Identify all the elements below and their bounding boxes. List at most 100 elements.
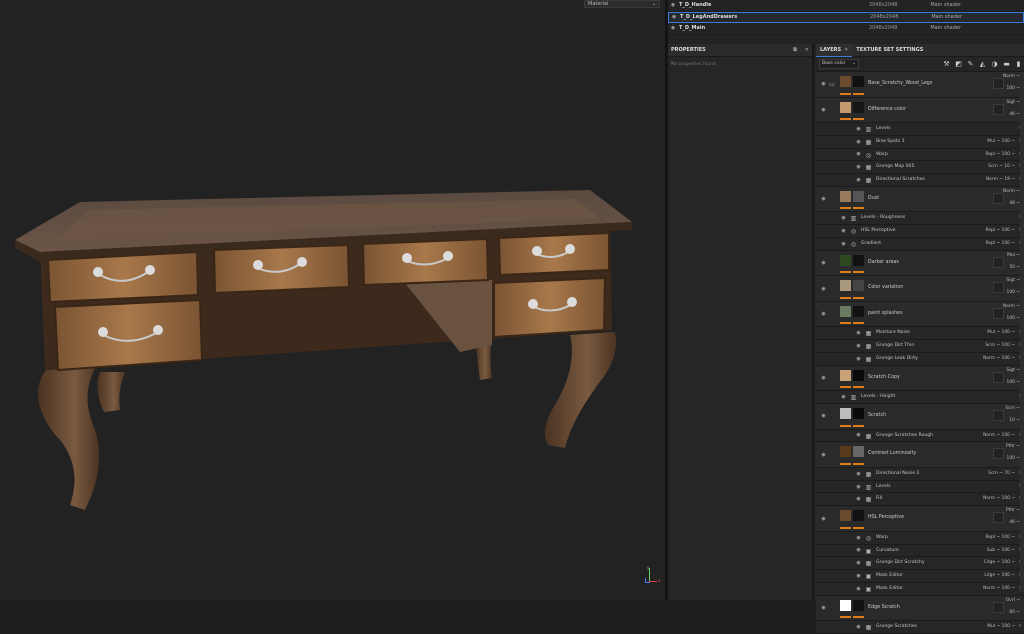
blend-mode[interactable]: Pthr ~ [1006,444,1020,449]
eye-icon[interactable]: ◉ [820,107,827,113]
effect-blend[interactable]: Sub ~ 100 ~ [987,548,1015,553]
3d-viewport[interactable]: Material⌄ y x [0,0,665,600]
layer-row[interactable]: ◉ paint splashes Norm ~ 100 ~ [816,301,1024,328]
layer-color-thumbnail[interactable] [840,446,851,458]
eye-icon[interactable]: ◉ [670,2,676,8]
effect-blend[interactable]: Norm ~ 100 ~ [983,586,1015,591]
opacity-value[interactable]: 50 ~ [1009,265,1020,270]
layer-color-thumbnail[interactable] [840,254,851,266]
effect-blend[interactable]: Cdge ~ 100 ~ [984,560,1015,565]
layer-mask-slot[interactable] [993,192,1004,204]
material-select[interactable]: Material ⌄ [584,0,660,8]
close-icon[interactable]: ✕ [1018,624,1022,629]
layer-mask-slot[interactable] [993,410,1004,422]
effect-blend[interactable]: Scrn ~ 10 ~ [988,164,1015,169]
effect-row[interactable]: ◉ ▣ Mask Editor Norm ~ 100 ~ ✕ [816,582,1024,596]
trash-icon[interactable]: ▮ [1014,59,1023,68]
eye-icon[interactable]: ◉ [855,330,862,336]
effect-blend[interactable]: Ldge ~ 100 ~ [984,573,1015,578]
effect-blend[interactable]: Scrn ~ 100 ~ [985,343,1015,348]
opacity-value[interactable]: 10 ~ [1009,418,1020,423]
eye-icon[interactable]: ◉ [855,496,862,502]
layer-mask-slot[interactable] [993,78,1004,89]
opacity-value[interactable]: 60 ~ [1009,610,1020,615]
wrench-icon[interactable]: ⚒ [942,59,951,68]
layer-mask-thumbnail[interactable] [853,254,864,266]
effect-blend[interactable]: Scrn ~ 70 ~ [988,471,1015,476]
layers-scrollbar[interactable] [1020,72,1024,592]
layer-mask-slot[interactable] [993,307,1004,319]
effect-row[interactable]: ◉ ▣ Curvature Sub ~ 100 ~ ✕ [816,544,1024,558]
opacity-value[interactable]: 100 ~ [1007,456,1020,461]
blend-mode[interactable]: Norm ~ [1003,304,1020,309]
blend-mode[interactable]: Scrn ~ [1005,406,1020,411]
eye-icon[interactable]: ◉ [820,311,827,317]
layer-mask-slot[interactable] [993,512,1004,524]
layer-mask-slot[interactable] [993,256,1004,268]
effect-row[interactable]: ◉ ▦ Bnw Spots 3 Mul ~ 100 ~ ✕ [816,135,1024,149]
layer-color-thumbnail[interactable] [840,510,851,522]
opacity-value[interactable]: 46 ~ [1009,520,1020,525]
layer-mask-slot[interactable] [993,282,1004,294]
opacity-value[interactable]: 100 ~ [1007,290,1020,295]
effect-blend[interactable]: Repl ~ 100 ~ [986,241,1016,246]
eye-icon[interactable]: ◉ [820,286,827,292]
layer-color-thumbnail[interactable] [840,305,851,317]
tab-texture-set-settings[interactable]: TEXTURE SET SETTINGS [852,44,927,57]
eye-icon[interactable]: ◉ [820,413,827,419]
folder-icon[interactable]: ▭ [829,81,835,88]
layer-color-thumbnail[interactable] [840,101,851,113]
eye-icon[interactable]: ◉ [855,164,862,170]
channel-select[interactable]: Base color ⌄ [819,59,859,69]
blend-mode[interactable]: Sigt ~ [1006,368,1020,373]
eye-icon[interactable]: ◉ [855,560,862,566]
eye-icon[interactable]: ◉ [840,215,847,221]
layer-color-thumbnail[interactable] [840,369,851,381]
eye-icon[interactable]: ◉ [820,81,827,87]
layer-row[interactable]: ◉ Dust Norm ~ 48 ~ [816,186,1024,213]
layer-mask-thumbnail[interactable] [853,101,864,113]
eye-icon[interactable]: ◉ [855,356,862,362]
eye-icon[interactable]: ◉ [840,228,847,234]
effect-row[interactable]: ◉ ▥ Levels ✕ [816,480,1024,494]
layer-row[interactable]: ◉ Difference color Sigt ~ 46 ~ [816,97,1024,123]
layer-row[interactable]: ◉ Color variation Sigt ~ 100 ~ [816,276,1024,302]
effect-row[interactable]: ◉ ▦ Grunge Scratches Rough Norm ~ 100 ~ … [816,429,1024,443]
eye-icon[interactable]: ◉ [820,196,827,202]
effect-row[interactable]: ◉ ▦ Moisture Noise Mul ~ 100 ~ ✕ [816,327,1024,341]
opacity-value[interactable]: 100 ~ [1007,380,1020,385]
effect-row[interactable]: ◉ ▥ Levels - Height ✕ [816,391,1024,405]
texture-set-shader[interactable]: Main shader [917,14,962,20]
eye-icon[interactable]: ◉ [855,484,862,490]
layer-color-thumbnail[interactable] [840,599,851,611]
effect-row[interactable]: ◉ ▦ Fill Norm ~ 100 ~ ✕ [816,493,1024,507]
effect-blend[interactable]: Mul ~ 100 ~ [987,624,1015,629]
effect-row[interactable]: ◉ ◎ Gradient Repl ~ 100 ~ ✕ [816,238,1024,251]
effect-row[interactable]: ◉ ◎ Warp Repl ~ 100 ~ ✕ [816,531,1024,545]
blend-mode[interactable]: Pthr ~ [1006,508,1020,513]
eye-icon[interactable]: ◉ [855,573,862,579]
layer-mask-thumbnail[interactable] [853,446,864,458]
eye-icon[interactable]: ◉ [671,14,677,20]
layer-mask-slot[interactable] [993,371,1004,383]
eye-icon[interactable]: ◉ [855,624,862,630]
opacity-value[interactable]: 48 ~ [1009,201,1020,206]
layer-color-thumbnail[interactable] [840,408,851,420]
layer-color-thumbnail[interactable] [840,280,851,292]
effect-row[interactable]: ◉ ▦ Directional Scratches Norm ~ 19 ~ ✕ [816,174,1024,187]
effect-blend[interactable]: Norm ~ 100 ~ [983,433,1015,438]
effect-row[interactable]: ◉ ▣ Mask Editor Ldge ~ 100 ~ ✕ [816,570,1024,583]
blend-mode[interactable]: Sigt ~ [1006,100,1020,105]
layer-mask-slot[interactable] [993,448,1004,460]
layer-row[interactable]: ◉ Darker areas Mul ~ 50 ~ [816,250,1024,277]
layer-row[interactable]: ◉ Scratch Copy Sigt ~ 100 ~ [816,365,1024,392]
eye-icon[interactable]: ◉ [840,241,847,247]
effect-row[interactable]: ◉ ▦ Grunge Dirt Thin Scrn ~ 100 ~ ✕ [816,340,1024,353]
effect-blend[interactable]: Norm ~ 100 ~ [983,496,1015,501]
blend-mode[interactable]: Mul ~ [1007,253,1020,258]
eye-icon[interactable]: ◉ [855,343,862,349]
effect-blend[interactable]: Repl ~ 100 ~ [986,152,1016,157]
eye-icon[interactable]: ◉ [855,432,862,438]
blend-mode[interactable]: Sigt ~ [1006,278,1020,283]
layer-row[interactable]: ◉ Contrast Luminosity Pthr ~ 100 ~ [816,442,1024,468]
